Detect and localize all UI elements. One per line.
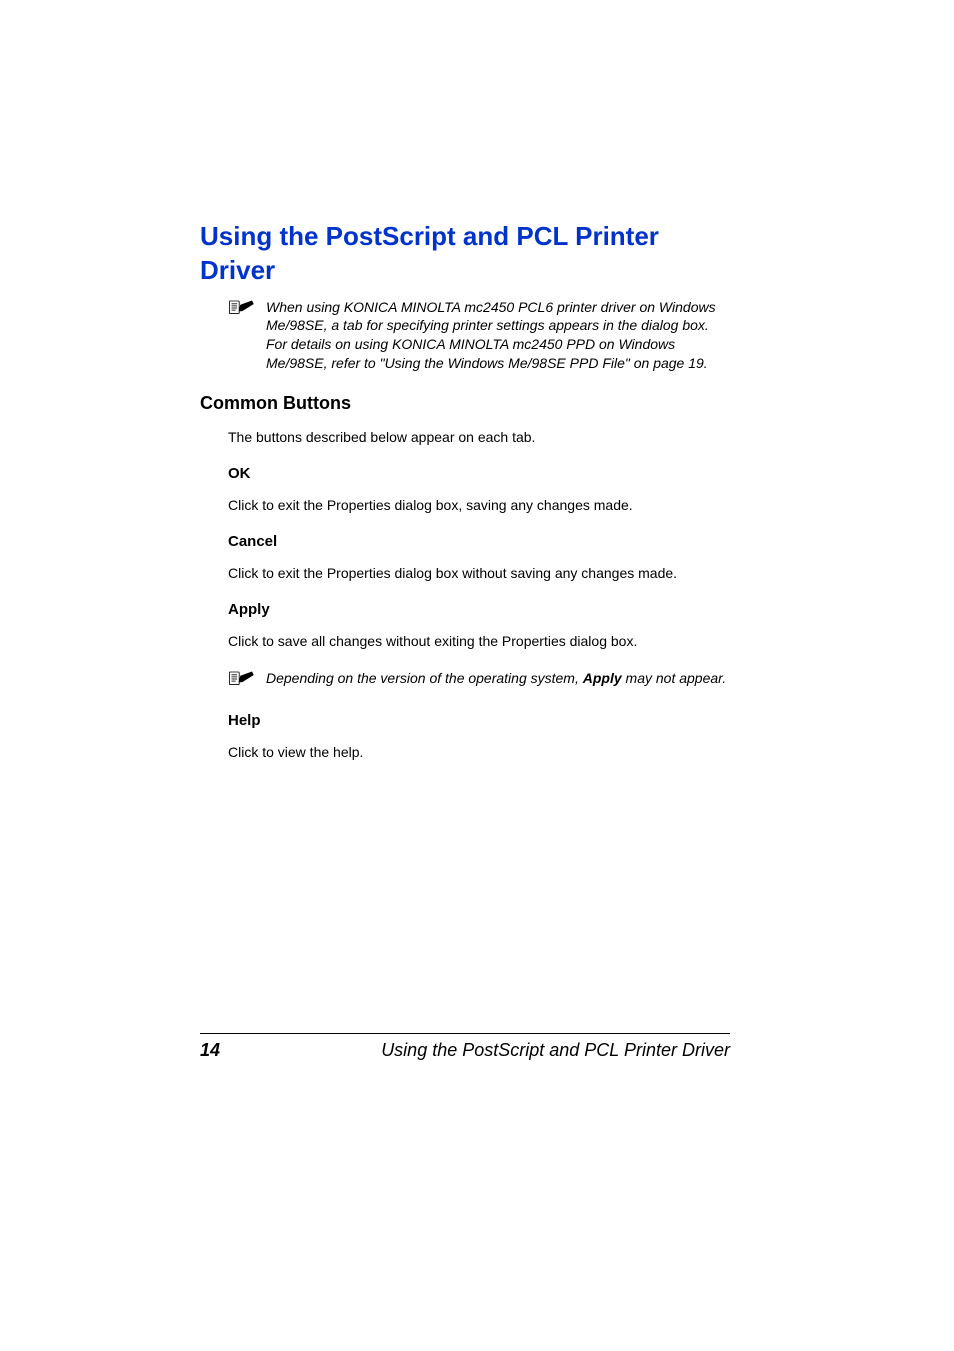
cancel-text: Click to exit the Properties dialog box … [228,564,730,583]
top-note-text: When using KONICA MINOLTA mc2450 PCL6 pr… [266,298,730,374]
apply-note-text: Depending on the version of the operatin… [266,669,726,688]
footer-title: Using the PostScript and PCL Printer Dri… [381,1040,730,1061]
page-number: 14 [200,1040,220,1061]
ok-text: Click to exit the Properties dialog box,… [228,496,730,515]
apply-note-block: Depending on the version of the operatin… [228,669,730,694]
ok-heading: OK [228,465,730,482]
main-heading: Using the PostScript and PCL Printer Dri… [200,220,730,288]
footer: 14 Using the PostScript and PCL Printer … [200,1033,730,1061]
top-note-line1: When using KONICA MINOLTA mc2450 PCL6 pr… [266,299,716,334]
cancel-heading: Cancel [228,533,730,550]
apply-note-bold: Apply [583,670,622,686]
footer-divider [200,1033,730,1034]
top-note-block: When using KONICA MINOLTA mc2450 PCL6 pr… [200,298,730,374]
common-buttons-body: The buttons described below appear on ea… [228,428,730,761]
help-heading: Help [228,712,730,729]
common-buttons-heading: Common Buttons [200,393,730,414]
top-note-line2: For details on using KONICA MINOLTA mc24… [266,336,708,371]
apply-text: Click to save all changes without exitin… [228,632,730,651]
content-area: Using the PostScript and PCL Printer Dri… [200,220,730,780]
note-hand-icon [228,298,256,323]
page-container: Using the PostScript and PCL Printer Dri… [0,0,954,1351]
apply-note-suffix: may not appear. [622,670,727,686]
apply-heading: Apply [228,601,730,618]
help-text: Click to view the help. [228,743,730,762]
common-buttons-intro: The buttons described below appear on ea… [228,428,730,447]
note-hand-icon [228,669,256,694]
footer-row: 14 Using the PostScript and PCL Printer … [200,1040,730,1061]
apply-note-prefix: Depending on the version of the operatin… [266,670,583,686]
